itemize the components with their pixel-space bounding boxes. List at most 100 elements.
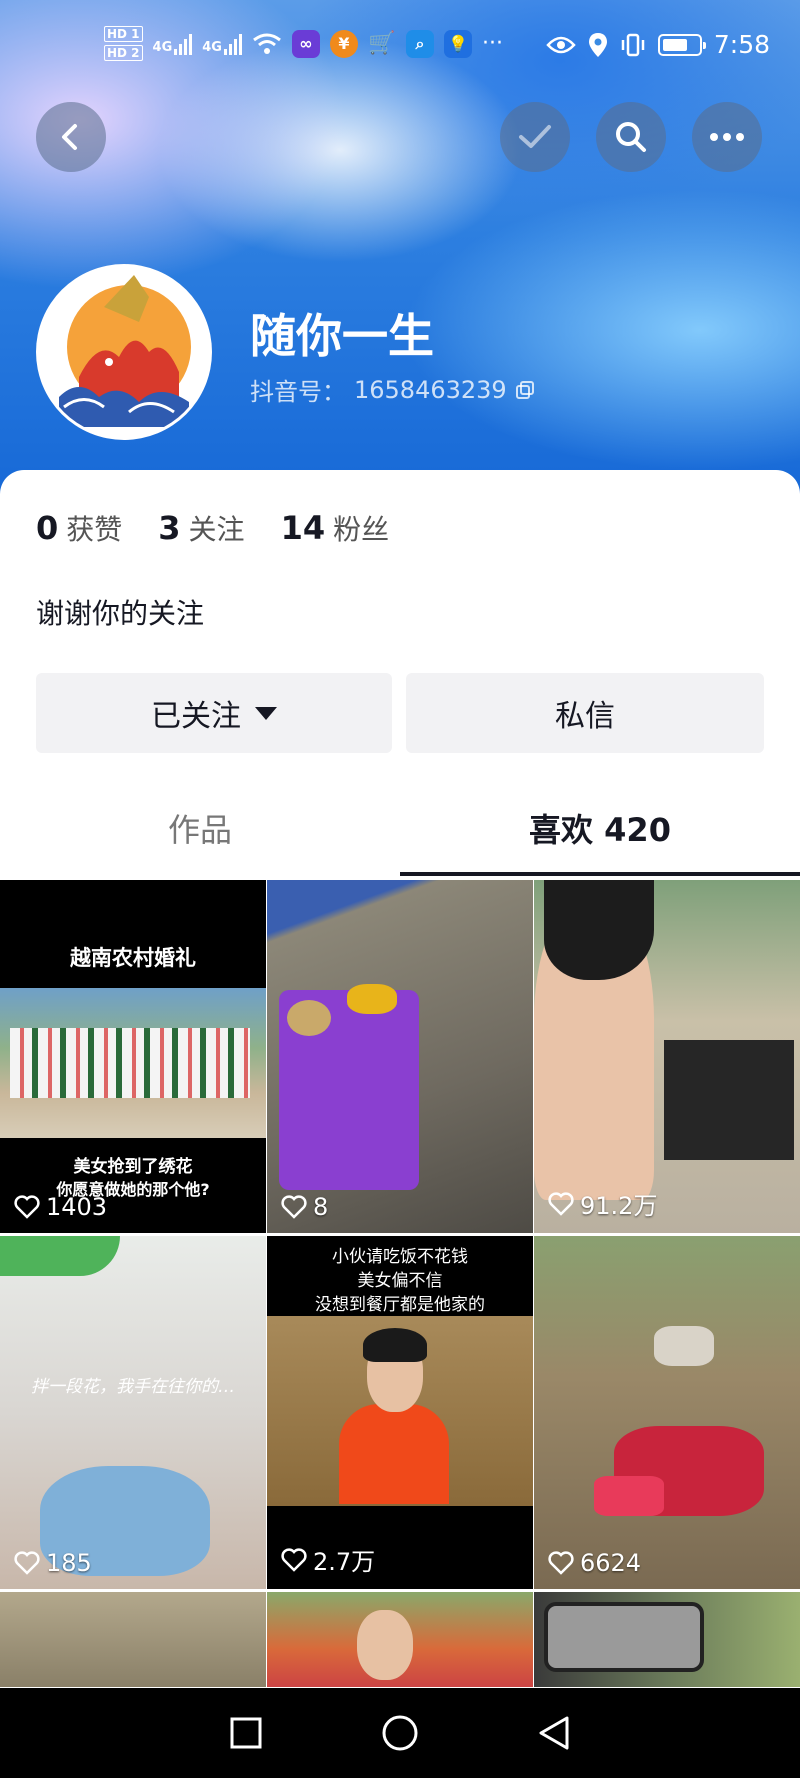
like-count: 2.7万 <box>281 1542 375 1577</box>
eye-icon <box>546 36 576 53</box>
like-count: 185 <box>14 1549 92 1577</box>
heart-icon <box>14 1195 40 1219</box>
message-button[interactable]: 私信 <box>406 673 764 753</box>
stat-label: 关注 <box>188 513 245 546</box>
heart-icon <box>548 1551 574 1575</box>
more-icon <box>710 133 744 141</box>
avatar-image <box>39 267 209 437</box>
dropdown-caret-icon <box>255 706 277 720</box>
video-tile[interactable]: 越南农村婚礼 美女抢到了绣花 你愿意做她的那个他? 1403 <box>0 880 266 1233</box>
like-count: 8 <box>281 1193 328 1221</box>
like-count-value: 8 <box>313 1193 329 1221</box>
video-tile[interactable] <box>0 1592 266 1687</box>
hd2-badge: HD 2 <box>104 45 143 61</box>
stat-number: 3 <box>158 509 181 547</box>
location-icon <box>588 32 607 57</box>
tab-works-label: 作品 <box>167 811 232 849</box>
like-count-value: 2.7万 <box>313 1548 376 1576</box>
nickname: 随你一生 <box>250 309 434 363</box>
douyin-id-row: 抖音号： 1658463239 <box>250 372 535 407</box>
tile-caption-1: 小伙请吃饭不花钱 <box>332 1247 468 1267</box>
signal-bars-icon <box>174 33 193 55</box>
battery-icon <box>657 33 706 56</box>
tab-likes[interactable]: 喜欢 420 <box>400 778 800 878</box>
status-bar: HD 1 HD 2 4G 4G ∞ ¥ 🛒 ⌕ 💡 ··· 7:58 <box>0 0 800 96</box>
tile-title: 越南农村婚礼 <box>70 946 196 970</box>
avatar[interactable] <box>36 264 212 440</box>
vibrate-icon <box>621 33 645 56</box>
signal-1: 4G <box>153 33 193 55</box>
like-count-value: 185 <box>46 1549 92 1577</box>
tile-thumbnail <box>267 1316 533 1506</box>
video-tile[interactable]: 8 <box>267 880 533 1233</box>
video-tile[interactable]: 6624 <box>534 1236 800 1589</box>
video-tile[interactable]: 小伙请吃饭不花钱 美女偏不信 没想到餐厅都是他家的 2.7万 <box>267 1236 533 1589</box>
wifi-icon <box>253 33 281 54</box>
back-nav-icon[interactable] <box>537 1715 571 1751</box>
stats-row: 0 获赞 3 关注 14 粉丝 <box>36 508 389 548</box>
stat-label: 获赞 <box>66 513 123 546</box>
profile-page: HD 1 HD 2 4G 4G ∞ ¥ 🛒 ⌕ 💡 ··· 7:58 随你一生 … <box>0 0 800 1778</box>
video-tile[interactable]: 91.2万 <box>534 880 800 1233</box>
net2-label: 4G <box>202 39 222 55</box>
like-count: 91.2万 <box>548 1186 657 1221</box>
net1-label: 4G <box>152 39 173 55</box>
tile-thumbnail <box>0 1236 120 1276</box>
followed-label: 已关注 <box>151 699 241 734</box>
infinity-app-icon: ∞ <box>291 29 320 58</box>
tile-caption-3: 没想到餐厅都是他家的 <box>315 1295 485 1315</box>
bio: 谢谢你的关注 <box>36 597 205 630</box>
tab-works[interactable]: 作品 <box>0 778 400 878</box>
back-icon <box>62 124 77 150</box>
hd1-badge: HD 1 <box>104 26 143 42</box>
stat-number: 0 <box>36 509 59 547</box>
check-button[interactable] <box>500 102 570 172</box>
tile-thumbnail <box>0 988 266 1138</box>
heart-icon <box>14 1551 40 1575</box>
stat-likes[interactable]: 0 获赞 <box>36 508 122 548</box>
message-label: 私信 <box>555 699 615 734</box>
video-grid: 越南农村婚礼 美女抢到了绣花 你愿意做她的那个他? 1403 8 91.2万 拌… <box>0 880 800 1687</box>
cart-app-icon: 🛒 <box>368 31 396 56</box>
stat-followers[interactable]: 14 粉丝 <box>281 508 390 548</box>
tab-likes-label: 喜欢 420 <box>529 811 671 849</box>
copy-icon[interactable] <box>515 380 535 400</box>
search-app-icon: ⌕ <box>405 29 434 58</box>
content-tabs: 作品 喜欢 420 <box>0 778 800 878</box>
search-icon <box>616 122 646 152</box>
tile-caption-2: 美女偏不信 <box>357 1271 443 1291</box>
tile-caption-1: 美女抢到了绣花 <box>73 1157 193 1177</box>
stat-number: 14 <box>280 509 326 547</box>
stat-following[interactable]: 3 关注 <box>158 508 244 548</box>
check-icon <box>519 125 551 148</box>
back-button[interactable] <box>36 102 106 172</box>
coin-app-icon: ¥ <box>329 29 358 58</box>
status-right: 7:58 <box>546 30 770 59</box>
like-count-value: 1403 <box>46 1193 108 1221</box>
douyin-id-label: 抖音号： <box>250 378 346 406</box>
search-button[interactable] <box>596 102 666 172</box>
more-button[interactable] <box>692 102 762 172</box>
heart-icon <box>281 1547 307 1572</box>
video-tile[interactable]: 拌一段花，我手在往你的… 185 <box>0 1236 266 1589</box>
more-dots-icon: ··· <box>481 31 503 56</box>
like-count: 6624 <box>548 1549 641 1577</box>
signal-bars-icon <box>223 33 242 55</box>
like-count-value: 91.2万 <box>580 1192 658 1220</box>
bulb-app-icon: 💡 <box>443 29 472 58</box>
recents-icon[interactable] <box>229 1716 263 1750</box>
like-count: 1403 <box>14 1193 107 1221</box>
douyin-id-value: 1658463239 <box>354 375 507 404</box>
video-tile[interactable] <box>267 1592 533 1687</box>
system-nav-bar <box>0 1688 800 1778</box>
stat-label: 粉丝 <box>333 513 390 546</box>
followed-button[interactable]: 已关注 <box>36 673 392 753</box>
signal-2: 4G <box>202 33 242 55</box>
home-icon[interactable] <box>381 1714 419 1752</box>
heart-icon <box>548 1191 574 1216</box>
tile-handwriting: 拌一段花，我手在往你的… <box>31 1377 235 1397</box>
video-tile[interactable] <box>534 1592 800 1687</box>
tab-underline <box>400 872 800 876</box>
status-left: HD 1 HD 2 4G 4G ∞ ¥ 🛒 ⌕ 💡 ··· <box>104 26 503 61</box>
hd-indicators: HD 1 HD 2 <box>104 26 143 61</box>
